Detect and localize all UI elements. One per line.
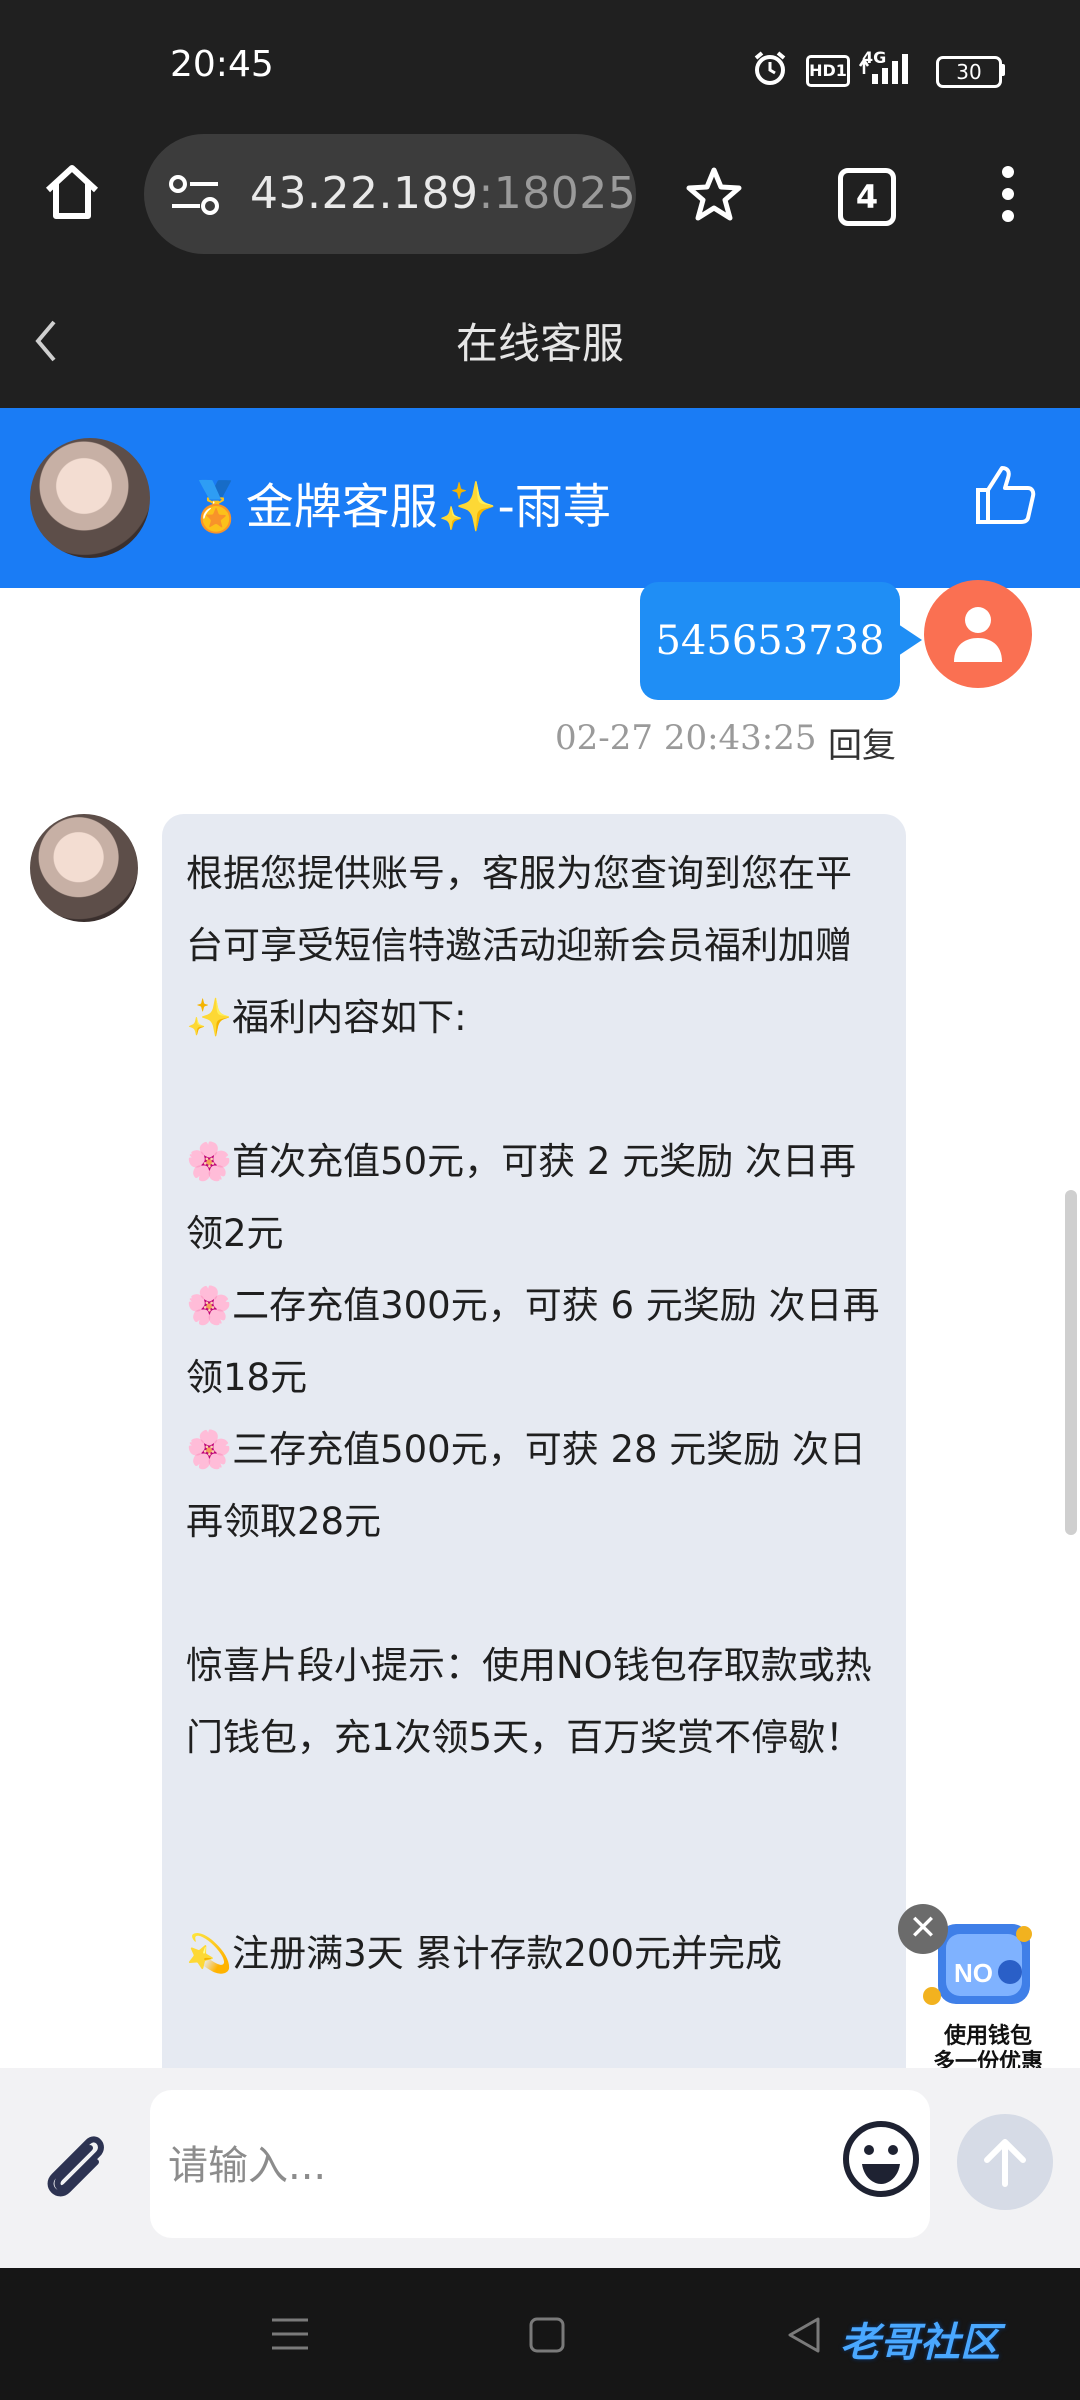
back-triangle-icon[interactable]: [786, 2316, 822, 2354]
ad-badge: NO: [954, 1958, 993, 1988]
user-message-text: 545653738: [655, 618, 885, 664]
signal-icon: [858, 54, 908, 84]
smiley-icon[interactable]: [840, 2118, 922, 2200]
alarm-icon: [754, 51, 786, 85]
more-icon[interactable]: [996, 164, 1020, 224]
ad-close-button[interactable]: ✕: [898, 1904, 948, 1954]
battery-tip: [1000, 64, 1005, 76]
agent-name: 🏅金牌客服✨-雨荨: [186, 479, 611, 535]
reply-link[interactable]: 回复: [828, 718, 896, 767]
status-bar: [0, 0, 1080, 130]
arrow-up-icon: [984, 2139, 1026, 2187]
address-bar[interactable]: 43.22.189:18025: [144, 134, 636, 254]
user-avatar: [924, 580, 1032, 688]
battery-icon: 30: [936, 56, 1002, 88]
user-message-bubble[interactable]: 545653738: [640, 582, 922, 700]
url-host: 43.22.189: [250, 168, 479, 219]
url-port: :18025: [478, 168, 637, 219]
scrollbar-thumb[interactable]: [1065, 1190, 1077, 1535]
page-title: 在线客服: [455, 319, 624, 368]
send-button[interactable]: [957, 2114, 1053, 2210]
agent-message-text: 根据您提供账号，客服为您查询到您在平台可享受短信特邀活动迎新会员福利加赠✨福利内…: [186, 852, 880, 1975]
person-icon: [954, 607, 1002, 662]
thumbs-up-icon[interactable]: [972, 462, 1038, 528]
tabs-icon[interactable]: 4: [838, 168, 896, 226]
site-settings-icon[interactable]: [168, 174, 222, 216]
home-square-icon[interactable]: [528, 2316, 566, 2354]
message-timestamp: 02-27 20:43:25: [555, 718, 817, 758]
menu-icon[interactable]: [270, 2316, 310, 2352]
hd-icon: HD1: [806, 55, 850, 87]
status-time: 20:45: [170, 44, 274, 85]
url-text[interactable]: 43.22.189:18025: [250, 168, 636, 219]
message-input-placeholder[interactable]: 请输入...: [168, 2133, 326, 2191]
watermark-logo: 老哥社区: [840, 2320, 1000, 2366]
paperclip-icon[interactable]: [36, 2126, 116, 2206]
home-icon[interactable]: [40, 160, 104, 224]
agent-avatar: [30, 438, 150, 558]
star-icon[interactable]: [684, 166, 744, 222]
agent-message-avatar: [30, 814, 138, 922]
